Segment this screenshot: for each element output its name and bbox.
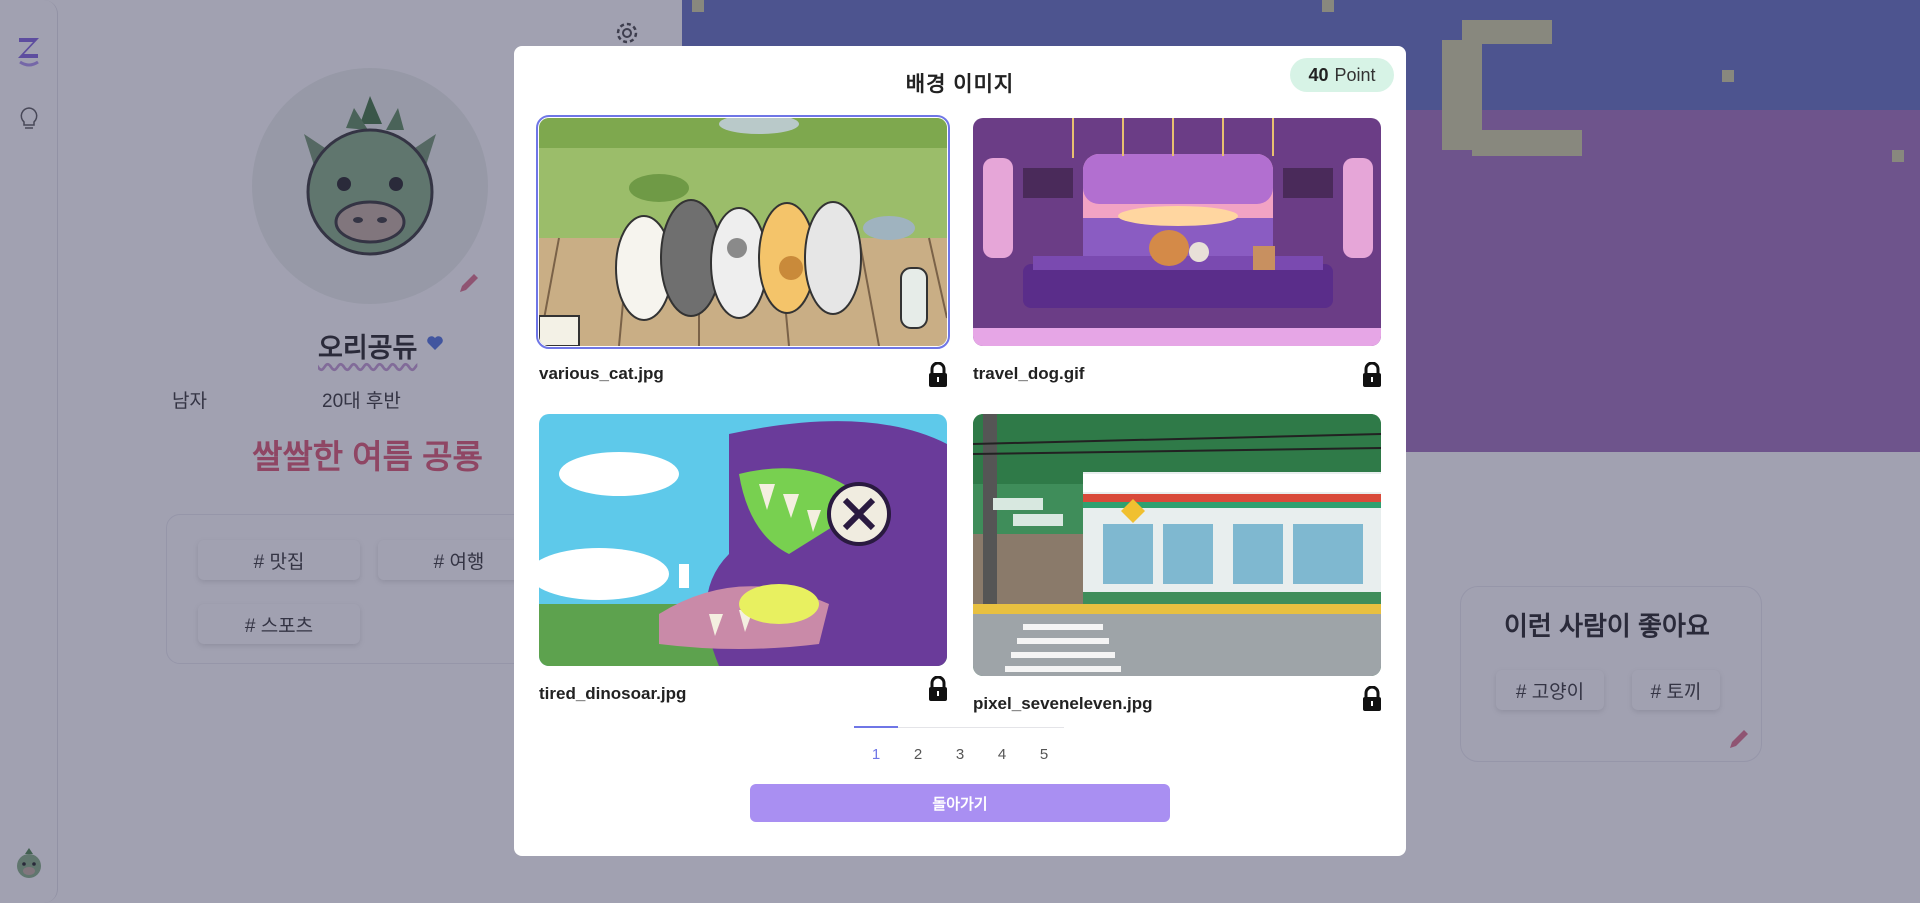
modal-title: 배경 이미지: [905, 73, 1015, 96]
pagination-active-indicator: [854, 726, 898, 728]
image-filename: pixel_seveneleven.jpg: [973, 694, 1153, 713]
background-image-modal: 배경 이미지 40 Point various_cat.jpg travel_d…: [514, 46, 1406, 856]
point-unit: Point: [1334, 64, 1376, 85]
lock-icon: [1363, 686, 1381, 711]
page-2[interactable]: 2: [906, 746, 930, 763]
image-thumbnail[interactable]: [973, 414, 1381, 676]
image-card-travel-dog: travel_dog.gif: [973, 118, 1383, 388]
image-filename: various_cat.jpg: [539, 364, 664, 383]
page-4[interactable]: 4: [990, 746, 1014, 763]
dinosaur-illustration-icon: [539, 414, 947, 666]
page-1[interactable]: 1: [864, 746, 888, 763]
point-badge: 40 Point: [1290, 58, 1394, 92]
cats-illustration-icon: [539, 118, 947, 346]
lock-icon: [929, 676, 947, 701]
image-thumbnail[interactable]: [539, 414, 947, 666]
image-card-pixel-seveneleven: pixel_seveneleven.jpg: [973, 414, 1383, 714]
image-thumbnail[interactable]: [973, 118, 1381, 346]
image-filename: tired_dinosoar.jpg: [539, 684, 687, 703]
convenience-store-illustration-icon: [973, 414, 1381, 676]
image-card-various-cat: various_cat.jpg: [536, 115, 950, 388]
lock-icon: [1363, 362, 1381, 387]
page-5[interactable]: 5: [1032, 746, 1056, 763]
image-thumbnail[interactable]: [536, 115, 950, 349]
back-button[interactable]: 돌아가기: [750, 784, 1170, 822]
dog-on-train-illustration-icon: [973, 118, 1381, 346]
point-value: 40: [1308, 64, 1329, 85]
page-3[interactable]: 3: [948, 746, 972, 763]
image-card-tired-dinosaur: tired_dinosoar.jpg: [539, 414, 949, 704]
image-filename: travel_dog.gif: [973, 364, 1085, 383]
lock-icon: [929, 362, 947, 387]
